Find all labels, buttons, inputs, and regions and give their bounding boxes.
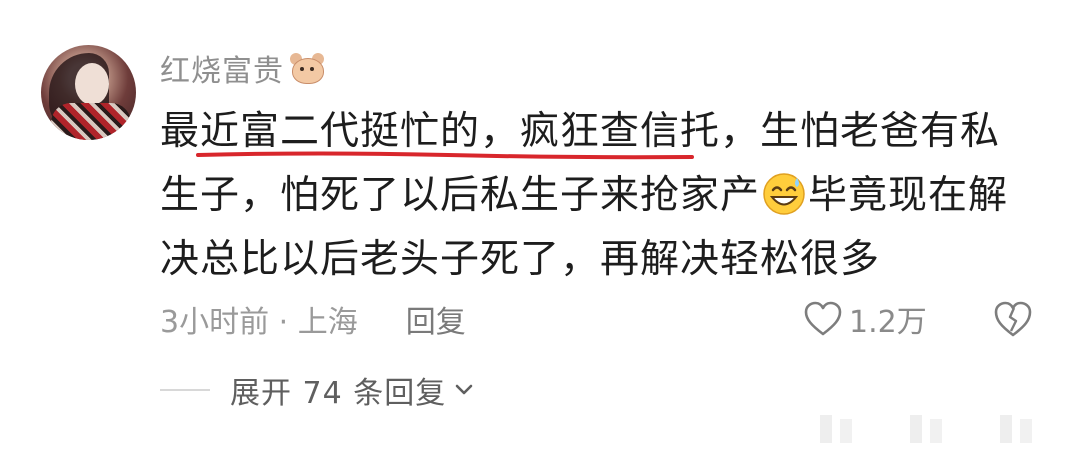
red-underline	[196, 151, 694, 160]
expand-replies-button[interactable]: 展开 74 条回复	[160, 368, 474, 412]
hamster-icon	[290, 53, 324, 84]
time-location: 3小时前 · 上海	[160, 305, 358, 340]
watermark-bars	[820, 415, 1032, 443]
avatar[interactable]	[41, 45, 136, 140]
like-button[interactable]: 1.2万	[803, 297, 927, 341]
comment-meta: 3小时前 · 上海 回复	[160, 297, 466, 341]
expand-replies-label: 展开 74 条回复	[230, 376, 447, 411]
heart-outline-icon	[804, 301, 842, 336]
username[interactable]: 红烧富贵	[160, 46, 284, 90]
comment-text: 最近富二代挺忙的，疯狂查信托，生怕老爸有私生子，怕死了以后私生子来抢家产 毕竟现…	[160, 100, 1030, 292]
grinning-sweat-emoji	[763, 173, 805, 215]
broken-heart-icon[interactable]	[992, 299, 1034, 339]
chevron-down-icon	[455, 384, 473, 395]
reply-button[interactable]: 回复	[406, 297, 466, 341]
username-row: 红烧富贵	[160, 46, 324, 90]
comment-item: 红烧富贵 最近富二代挺忙的，疯狂查信托，生怕老爸有私生子，怕死了以后私生子来抢家…	[0, 0, 1080, 466]
expand-divider	[160, 389, 210, 391]
like-count: 1.2万	[849, 305, 927, 340]
